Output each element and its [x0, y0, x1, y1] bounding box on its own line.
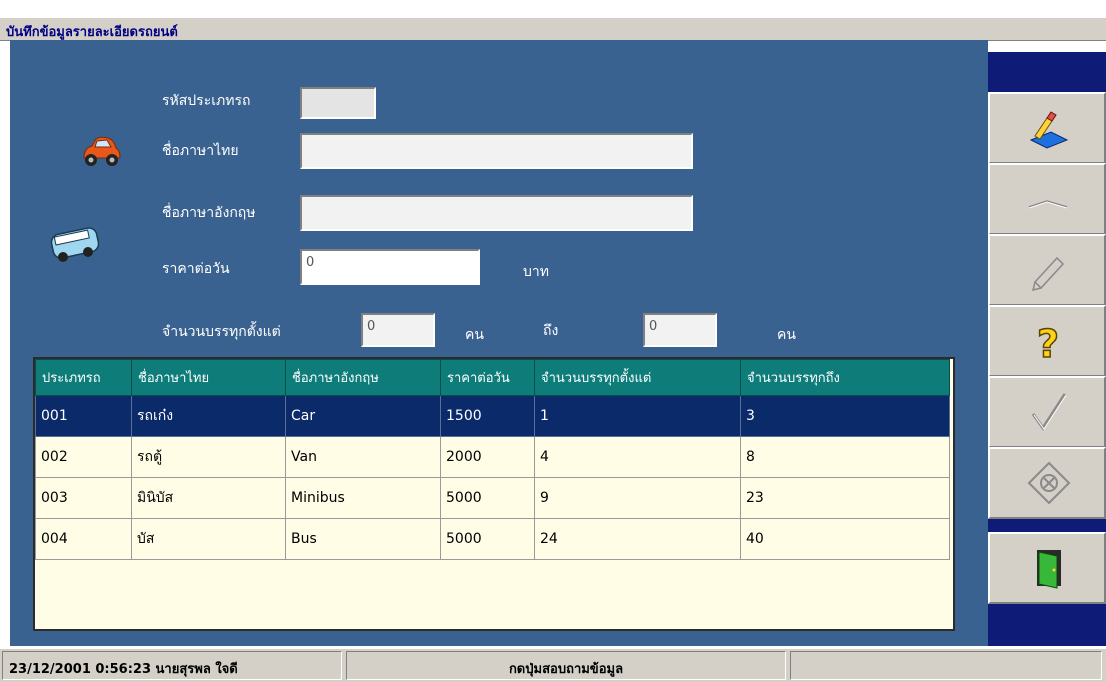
cell-type[interactable]: 003	[35, 477, 132, 519]
col-header-eng-name[interactable]: ชื่อภาษาอังกฤษ	[285, 359, 441, 396]
table-row[interactable]: 003 มินิบัส Minibus 5000 9 23	[35, 477, 950, 519]
cell-capacity-to[interactable]: 8	[740, 436, 950, 478]
confirm-button[interactable]	[988, 376, 1106, 448]
price-field[interactable]: 0	[300, 249, 480, 285]
capacity-to-label: ถึง	[543, 323, 559, 339]
eng-name-label: ชื่อภาษาอังกฤษ	[162, 205, 256, 221]
capacity-from-label: จำนวนบรรทุกตั้งแต่	[162, 324, 281, 340]
table-row[interactable]: 002 รถตู้ Van 2000 4 8	[35, 436, 950, 478]
edit-button[interactable]	[988, 234, 1106, 306]
van-icon	[50, 225, 102, 269]
eng-name-field[interactable]	[300, 195, 693, 231]
blank-icon	[1028, 200, 1068, 209]
blank-button[interactable]	[988, 163, 1106, 235]
cell-price[interactable]: 5000	[440, 477, 535, 519]
cell-type[interactable]: 001	[35, 395, 132, 437]
capacity-unit-label-2: คน	[777, 327, 796, 343]
add-button[interactable]	[988, 92, 1106, 164]
cell-capacity-to[interactable]: 3	[740, 395, 950, 437]
thai-name-label: ชื่อภาษาไทย	[162, 143, 239, 159]
pencil-icon	[1031, 256, 1065, 292]
cell-price[interactable]: 5000	[440, 518, 535, 560]
table-row[interactable]: 001 รถเก๋ง Car 1500 1 3	[35, 395, 950, 437]
cell-type[interactable]: 004	[35, 518, 132, 560]
status-extra	[790, 651, 1102, 680]
cell-price[interactable]: 1500	[440, 395, 535, 437]
price-unit-label: บาท	[523, 264, 549, 280]
svg-text:?: ?	[1037, 322, 1059, 363]
help-button[interactable]: ?	[988, 305, 1106, 377]
help-icon: ?	[1036, 321, 1060, 363]
col-header-capacity-from[interactable]: จำนวนบรรทุกตั้งแต่	[534, 359, 741, 396]
cell-thai-name[interactable]: มินิบัส	[131, 477, 286, 519]
cell-capacity-from[interactable]: 9	[534, 477, 741, 519]
status-message: กดปุ่มสอบถามข้อมูล	[346, 651, 786, 680]
cell-capacity-from[interactable]: 4	[534, 436, 741, 478]
cell-eng-name[interactable]: Minibus	[285, 477, 441, 519]
edit-icon	[1029, 111, 1069, 149]
cell-thai-name[interactable]: รถเก๋ง	[131, 395, 286, 437]
grid-header-row: ประเภทรถ ชื่อภาษาไทย ชื่อภาษาอังกฤษ ราคา…	[35, 359, 950, 396]
capacity-to-field[interactable]: 0	[643, 313, 717, 347]
cell-type[interactable]: 002	[35, 436, 132, 478]
cell-capacity-from[interactable]: 24	[534, 518, 741, 560]
cell-eng-name[interactable]: Van	[285, 436, 441, 478]
col-header-type[interactable]: ประเภทรถ	[35, 359, 132, 396]
type-code-label: รหัสประเภทรถ	[162, 93, 251, 109]
col-header-capacity-to[interactable]: จำนวนบรรทุกถึง	[740, 359, 950, 396]
action-toolbar: ?	[988, 52, 1106, 646]
cell-thai-name[interactable]: บัส	[131, 518, 286, 560]
table-row[interactable]: 004 บัส Bus 5000 24 40	[35, 518, 950, 560]
capacity-unit-label-1: คน	[465, 327, 484, 343]
window-title: บันทึกข้อมูลรายละเอียดรถยนต์	[6, 25, 178, 40]
cell-eng-name[interactable]: Car	[285, 395, 441, 437]
exit-button[interactable]	[988, 532, 1106, 604]
cell-eng-name[interactable]: Bus	[285, 518, 441, 560]
cancel-icon	[1027, 461, 1071, 505]
status-datetime-user: 23/12/2001 0:56:23 นายสุรพล ใจดี	[2, 651, 342, 680]
cell-capacity-to[interactable]: 23	[740, 477, 950, 519]
exit-door-icon	[1037, 550, 1061, 589]
thai-name-field[interactable]	[300, 133, 693, 169]
car-type-grid[interactable]: ประเภทรถ ชื่อภาษาไทย ชื่อภาษาอังกฤษ ราคา…	[33, 357, 955, 631]
cell-price[interactable]: 2000	[440, 436, 535, 478]
cell-thai-name[interactable]: รถตู้	[131, 436, 286, 478]
cancel-button[interactable]	[988, 447, 1106, 519]
status-bar: 23/12/2001 0:56:23 นายสุรพล ใจดี กดปุ่มส…	[0, 648, 1106, 682]
title-bar: บันทึกข้อมูลรายละเอียดรถยนต์	[0, 17, 1106, 41]
cell-capacity-to[interactable]: 40	[740, 518, 950, 560]
check-icon	[1031, 393, 1067, 431]
cell-capacity-from[interactable]: 1	[534, 395, 741, 437]
col-header-price[interactable]: ราคาต่อวัน	[440, 359, 535, 396]
type-code-field[interactable]	[300, 87, 376, 119]
capacity-from-field[interactable]: 0	[361, 313, 435, 347]
col-header-thai-name[interactable]: ชื่อภาษาไทย	[131, 359, 286, 396]
price-label: ราคาต่อวัน	[162, 261, 230, 277]
car-icon	[80, 136, 122, 174]
